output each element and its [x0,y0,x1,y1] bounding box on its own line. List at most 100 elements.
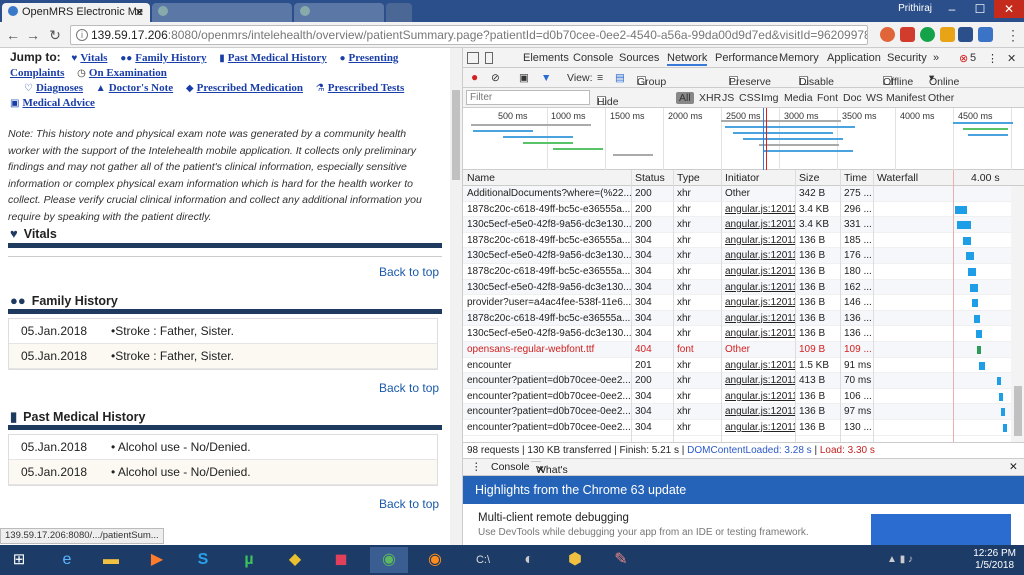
col-initiator[interactable]: Initiator [725,172,759,184]
jump-link-doctors-note[interactable]: Doctor's Note [109,82,173,94]
request-row[interactable]: 1878c20c-c618-49ff-bc5c-e36555a... 304 xhr… [463,264,1011,280]
request-initiator[interactable]: angular.js:12011 [725,233,795,249]
tab-openmrs[interactable]: OpenMRS Electronic Me ✕ [2,3,150,22]
jump-link-medical-advice[interactable]: Medical Advice [22,97,94,109]
request-initiator[interactable]: angular.js:12011 [725,326,795,342]
devtools-menu-icon[interactable]: ⋮ [987,52,998,65]
tab-console[interactable]: Console [573,52,613,64]
filter-manifest-button[interactable]: Manifest [886,92,926,104]
jump-link-vitals[interactable]: Vitals [80,52,107,64]
python-icon[interactable]: ⬢ [556,547,594,573]
tab-2[interactable] [152,3,292,22]
back-to-top-link[interactable]: Back to top [379,497,439,511]
device-toolbar-icon[interactable] [485,52,493,64]
tab-elements[interactable]: Elements [523,52,569,64]
request-initiator[interactable]: angular.js:12011 [725,358,795,374]
request-initiator[interactable]: angular.js:12011 [725,373,795,389]
inspect-icon[interactable] [467,52,479,64]
extension-docs-icon[interactable] [978,27,993,42]
close-icon[interactable]: ✕ [536,464,545,476]
filter-font-button[interactable]: Font [817,92,838,104]
waterfall-view-icon[interactable]: ▤ [615,72,625,84]
tab-sources[interactable]: Sources [619,52,659,64]
tab-network[interactable]: Network [667,52,708,66]
request-initiator[interactable]: angular.js:12011 [725,404,795,420]
jump-link-prescribed-tests[interactable]: Prescribed Tests [328,82,405,94]
info-icon[interactable]: i [76,29,88,41]
request-initiator[interactable]: angular.js:12011 [725,420,795,436]
request-row[interactable]: 1878c20c-c618-49ff-bc5c-e36555a... 304 xhr… [463,310,1011,327]
network-scrollbar[interactable] [1011,186,1024,442]
tab-3[interactable] [294,3,384,22]
request-initiator[interactable]: angular.js:12011 [725,311,795,327]
drawer-tab-whats-new[interactable]: What's New ✕ [531,461,568,488]
throttling-select[interactable]: Online ▾ [929,72,959,88]
app-icon[interactable]: ◐ [510,547,548,573]
clear-icon[interactable]: ⊘ [491,72,500,84]
extension-shield-icon[interactable] [900,27,915,42]
jump-link-family-history[interactable]: Family History [135,52,206,64]
col-status[interactable]: Status [635,172,665,184]
jump-link-prescribed-medication[interactable]: Prescribed Medication [197,82,303,94]
request-initiator[interactable]: angular.js:12011 [725,264,795,280]
app-icon[interactable]: ◆ [276,547,314,573]
filter-other-button[interactable]: Other [928,92,954,104]
request-row[interactable]: 130c5ecf-e5e0-42f8-9a56-dc3e130... 304 xhr… [463,279,1011,296]
col-waterfall[interactable]: Waterfall [877,172,918,184]
request-row[interactable]: 130c5ecf-e5e0-42f8-9a56-dc3e130... 304 xhr… [463,248,1011,264]
request-initiator[interactable]: Other [725,342,795,358]
paint-icon[interactable]: ✎ [602,547,640,573]
utorrent-icon[interactable]: µ [230,547,268,573]
camera-icon[interactable]: ▣ [519,72,529,84]
scrollbar-thumb[interactable] [452,90,460,180]
request-initiator[interactable]: angular.js:12011 [725,217,795,233]
close-tab-icon[interactable]: ✕ [135,6,144,19]
jump-link-on-examination[interactable]: On Examination [89,67,167,79]
record-icon[interactable]: ● [471,70,478,84]
address-bar[interactable]: i 139.59.17.206:8080/openmrs/intelehealth… [70,25,868,45]
request-row[interactable]: encounter?patient=d0b70cee-0ee2... 304 xhr… [463,420,1011,436]
filter-ws-button[interactable]: WS [866,92,883,104]
filter-icon[interactable]: ▼ [541,72,551,84]
request-initiator[interactable]: angular.js:12011 [725,389,795,405]
filter-all-button[interactable]: All [676,92,694,104]
filter-doc-button[interactable]: Doc [843,92,862,104]
windows-start-icon[interactable]: ⊞ [2,547,36,573]
firefox-icon[interactable]: ◉ [416,547,454,573]
drawer-tab-console[interactable]: Console [491,461,530,473]
back-icon[interactable]: ← [4,26,22,44]
maximize-icon[interactable]: ☐ [966,0,994,18]
scrollbar-thumb[interactable] [1014,386,1022,436]
request-row[interactable]: encounter 201 xhr angular.js:12011 1.5 KB 91 … [463,358,1011,374]
request-row[interactable]: encounter?patient=d0b70cee-0ee2... 304 xhr… [463,389,1011,405]
tab-memory[interactable]: Memory [779,52,819,64]
close-window-icon[interactable]: ✕ [994,0,1024,18]
request-row[interactable]: 130c5ecf-e5e0-42f8-9a56-dc3e130... 200 xhr… [463,217,1011,233]
request-row[interactable]: encounter?patient=d0b70cee-0ee2... 304 xhr… [463,404,1011,420]
close-drawer-icon[interactable]: ✕ [1009,461,1018,473]
error-count-icon[interactable]: ⊗ [959,52,968,65]
minimize-icon[interactable]: – [938,0,966,18]
extension-z-icon[interactable] [958,27,973,42]
reload-icon[interactable]: ↻ [46,26,64,44]
skype-icon[interactable]: S [184,547,222,573]
extension-mail-icon[interactable] [940,27,955,42]
filter-js-button[interactable]: JS [722,92,734,104]
drawer-menu-icon[interactable]: ⋮ [471,461,482,473]
app-icon[interactable]: ◼ [322,547,360,573]
col-size[interactable]: Size [799,172,819,184]
profile-name[interactable]: Prithiraj [898,3,932,14]
col-name[interactable]: Name [467,172,495,184]
jump-link-past-medical-history[interactable]: Past Medical History [228,52,327,64]
jump-link-diagnoses[interactable]: Diagnoses [36,82,83,94]
col-type[interactable]: Type [677,172,700,184]
command-prompt-icon[interactable]: C:\ [464,547,502,573]
internet-explorer-icon[interactable]: e [48,547,86,573]
request-row[interactable]: AdditionalDocuments?where=(%22... 200 xhr O… [463,186,1011,202]
request-initiator[interactable]: angular.js:12011 [725,248,795,264]
filter-media-button[interactable]: Media [784,92,813,104]
large-rows-icon[interactable]: ≡ [597,72,603,84]
col-time[interactable]: Time [844,172,867,184]
request-initiator[interactable]: angular.js:12011 [725,295,795,311]
filter-xhr-button[interactable]: XHR [699,92,721,104]
